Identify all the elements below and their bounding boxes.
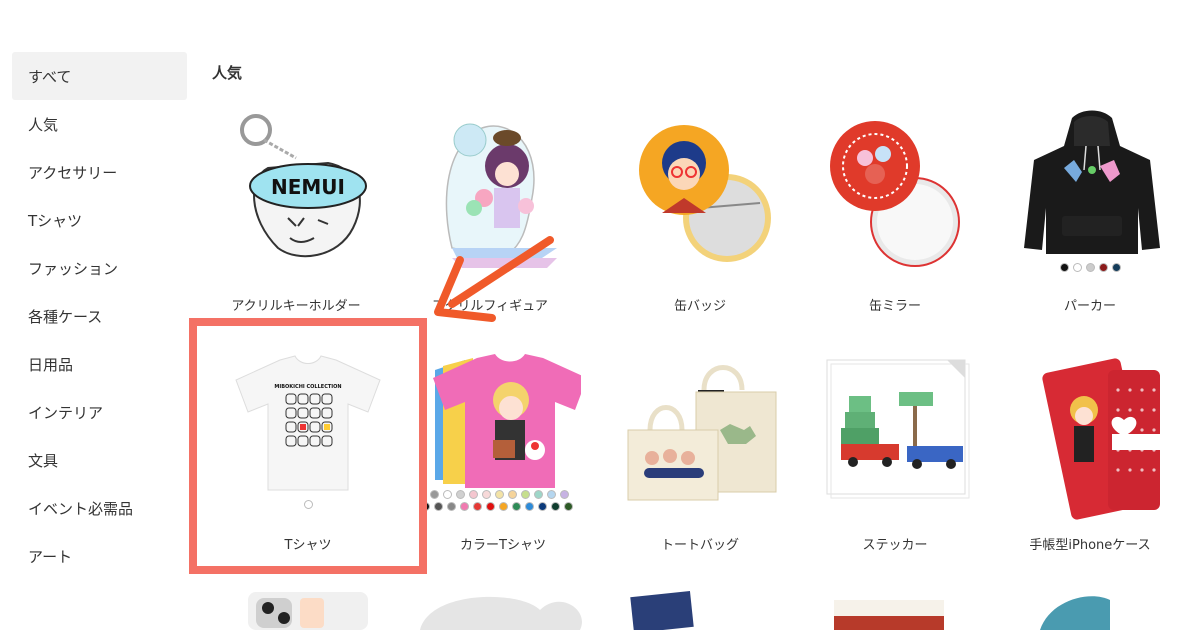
color-swatch[interactable] bbox=[429, 490, 439, 499]
color-swatch[interactable] bbox=[525, 502, 534, 511]
color-swatch[interactable] bbox=[559, 490, 569, 499]
product-card-sticker[interactable]: ステッカー bbox=[797, 350, 993, 560]
product-name: 缶ミラー bbox=[868, 299, 921, 314]
product-name: パーカー bbox=[1063, 299, 1116, 314]
sidebar-item-stationery[interactable]: 文具 bbox=[12, 436, 187, 484]
tote-bag-image bbox=[627, 365, 777, 501]
color-swatch[interactable] bbox=[564, 502, 573, 511]
color-swatch[interactable] bbox=[447, 502, 456, 511]
color-swatch[interactable] bbox=[507, 490, 517, 499]
color-swatch[interactable] bbox=[1072, 263, 1082, 272]
color-swatch[interactable] bbox=[1111, 263, 1121, 272]
color-swatch[interactable] bbox=[455, 490, 465, 499]
sidebar-item-all[interactable]: すべて bbox=[12, 52, 187, 100]
sidebar-item-cases[interactable]: 各種ケース bbox=[12, 292, 187, 340]
color-swatch[interactable] bbox=[1085, 263, 1095, 272]
color-swatch[interactable] bbox=[494, 490, 504, 499]
iphone-case-image bbox=[1042, 358, 1160, 520]
sidebar-item-interior[interactable]: インテリア bbox=[12, 388, 187, 436]
product-card-can-mirror[interactable]: 缶ミラー bbox=[797, 108, 993, 318]
can-mirror-image bbox=[830, 121, 960, 267]
product-name: アクリルキーホルダー bbox=[231, 299, 361, 314]
product-name: ステッカー bbox=[862, 538, 928, 553]
product-card-iphone-case[interactable]: 手帳型iPhoneケース bbox=[992, 350, 1188, 560]
product-card-color-tshirt[interactable]: カラーTシャツ bbox=[405, 350, 601, 560]
product-card-can-badge[interactable]: 缶バッジ bbox=[602, 108, 798, 318]
sidebar-item-fashion[interactable]: ファッション bbox=[12, 244, 187, 292]
section-title: 人気 bbox=[212, 64, 243, 82]
partial-product-row bbox=[248, 590, 1110, 630]
color-swatch[interactable] bbox=[533, 490, 543, 499]
color-swatch[interactable] bbox=[473, 502, 482, 511]
color-swatch[interactable] bbox=[468, 490, 478, 499]
hoodie-color-swatches bbox=[992, 263, 1188, 272]
sidebar-item-accessories[interactable]: アクセサリー bbox=[12, 148, 187, 196]
color-swatch[interactable] bbox=[442, 490, 452, 499]
highlight-box bbox=[189, 318, 427, 574]
color-swatch[interactable] bbox=[538, 502, 547, 511]
sidebar-item-event[interactable]: イベント必需品 bbox=[12, 484, 187, 532]
color-swatch[interactable] bbox=[512, 502, 521, 511]
product-card-acrylic-keychain[interactable]: NEMUI アクリルキーホルダー bbox=[198, 108, 394, 318]
color-swatch[interactable] bbox=[434, 502, 443, 511]
can-badge-image bbox=[639, 125, 771, 262]
color-swatch[interactable] bbox=[486, 502, 495, 511]
product-name: 手帳型iPhoneケース bbox=[1029, 538, 1151, 553]
sidebar-item-tshirts[interactable]: Tシャツ bbox=[12, 196, 187, 244]
acrylic-keychain-image: NEMUI bbox=[240, 114, 367, 258]
color-swatch[interactable] bbox=[460, 502, 469, 511]
color-swatch[interactable] bbox=[551, 502, 560, 511]
product-name: トートバッグ bbox=[660, 538, 739, 553]
color-swatch[interactable] bbox=[520, 490, 530, 499]
color-tshirt-swatches-row1 bbox=[399, 490, 599, 499]
product-card-tote-bag[interactable]: トートバッグ bbox=[602, 350, 798, 560]
sticker-image bbox=[826, 359, 970, 499]
category-sidebar: すべて 人気 アクセサリー Tシャツ ファッション 各種ケース 日用品 インテリ… bbox=[12, 52, 187, 580]
pointer-arrow-icon bbox=[434, 236, 554, 322]
keychain-text: NEMUI bbox=[271, 175, 345, 199]
product-name: カラーTシャツ bbox=[460, 538, 546, 553]
color-swatch[interactable] bbox=[1059, 263, 1069, 272]
color-swatch[interactable] bbox=[1098, 263, 1108, 272]
color-tshirt-swatches-row2 bbox=[397, 502, 597, 511]
sidebar-item-art[interactable]: アート bbox=[12, 532, 187, 580]
color-swatch[interactable] bbox=[481, 490, 491, 499]
color-swatch[interactable] bbox=[499, 502, 508, 511]
color-swatch[interactable] bbox=[546, 490, 556, 499]
product-card-hoodie[interactable]: パーカー bbox=[992, 108, 1188, 318]
sidebar-item-daily-goods[interactable]: 日用品 bbox=[12, 340, 187, 388]
sidebar-item-popular[interactable]: 人気 bbox=[12, 100, 187, 148]
hoodie-image bbox=[1024, 110, 1160, 254]
product-name: 缶バッジ bbox=[673, 299, 726, 314]
